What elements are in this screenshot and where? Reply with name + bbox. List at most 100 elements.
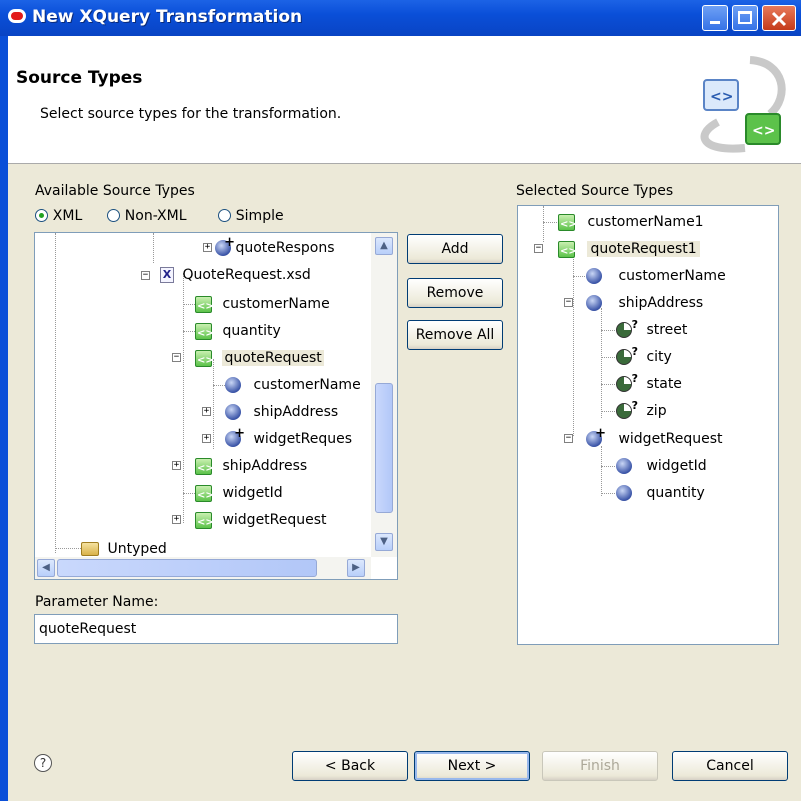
- collapse-toggle[interactable]: −: [564, 298, 573, 307]
- element-icon: [195, 349, 214, 372]
- horizontal-scrollbar[interactable]: ◀ ▶: [35, 557, 371, 579]
- expand-toggle[interactable]: +: [202, 434, 211, 443]
- close-button[interactable]: [762, 5, 796, 31]
- selected-types-tree[interactable]: customerName1 − quoteRequest1 customerNa…: [517, 205, 779, 645]
- tree-node-label: quoteRespons: [235, 240, 335, 256]
- tree-node-selected[interactable]: quoteRequest1: [558, 238, 700, 263]
- tree-node[interactable]: shipAddress: [195, 455, 307, 480]
- finish-button: Finish: [542, 751, 658, 781]
- tree-node-label: widgetRequest: [618, 431, 723, 447]
- collapse-toggle[interactable]: −: [534, 244, 543, 253]
- parameter-name-label: Parameter Name:: [35, 594, 159, 610]
- next-button[interactable]: Next >: [414, 751, 530, 781]
- available-types-tree[interactable]: + quoteRespons − X QuoteRequest.xsd cust…: [34, 232, 398, 580]
- tree-node-label: zip: [646, 403, 667, 419]
- element-icon: [558, 213, 577, 236]
- ball-icon: [586, 295, 602, 311]
- tree-node[interactable]: street: [616, 314, 688, 341]
- tree-node[interactable]: widgetId: [195, 482, 283, 507]
- scroll-down-button[interactable]: ▼: [375, 533, 393, 551]
- tree-node[interactable]: widgetRequest: [195, 509, 327, 534]
- minimize-icon: [710, 21, 720, 24]
- expand-toggle[interactable]: +: [203, 243, 212, 252]
- tree-node-label: quoteRequest1: [587, 241, 700, 257]
- remove-all-button[interactable]: Remove All: [407, 320, 503, 350]
- tree-node-label: quantity: [222, 323, 281, 339]
- add-button[interactable]: Add: [407, 234, 503, 264]
- xquery-transform-icon: <> <>: [700, 56, 786, 153]
- page-description: Select source types for the transformati…: [40, 106, 342, 122]
- tree-node[interactable]: customerName: [225, 374, 361, 396]
- tree-node[interactable]: shipAddress: [586, 292, 703, 314]
- tree-node-label: quoteRequest: [222, 350, 324, 366]
- scroll-left-button[interactable]: ◀: [37, 559, 55, 577]
- window-border: [0, 36, 8, 801]
- tree-node-label: customerName: [253, 377, 361, 393]
- tree-node[interactable]: quantity: [195, 320, 281, 345]
- pie-icon: [616, 341, 638, 365]
- radio-simple[interactable]: Simple: [218, 206, 284, 226]
- pie-icon: [616, 368, 638, 392]
- tree-node-selected[interactable]: quoteRequest: [195, 347, 324, 372]
- minimize-button[interactable]: [702, 5, 728, 31]
- xsd-file-icon: X: [160, 267, 174, 283]
- radio-xml-label: XML: [52, 208, 83, 224]
- tree-node-label: state: [646, 376, 682, 392]
- tree-node-label: widgetId: [646, 458, 707, 474]
- element-icon: [195, 457, 214, 480]
- selected-source-types-label: Selected Source Types: [516, 183, 674, 199]
- tree-node[interactable]: customerName1: [558, 211, 704, 236]
- tree-node[interactable]: widgetId: [616, 455, 707, 477]
- tree-node-label: shipAddress: [618, 295, 704, 311]
- tree-node[interactable]: shipAddress: [225, 401, 338, 423]
- scroll-up-button[interactable]: ▲: [375, 237, 393, 255]
- tree-node[interactable]: zip: [616, 395, 667, 422]
- tree-node[interactable]: quoteRespons: [215, 233, 335, 259]
- page-title: Source Types: [16, 68, 143, 88]
- tree-node-label: shipAddress: [253, 404, 339, 420]
- back-button[interactable]: < Back: [292, 751, 408, 781]
- tree-node-label: customerName: [618, 268, 726, 284]
- scroll-thumb-horizontal[interactable]: [57, 559, 317, 577]
- remove-button[interactable]: Remove: [407, 278, 503, 308]
- collapse-toggle[interactable]: −: [141, 271, 150, 280]
- tree-node[interactable]: widgetReques: [225, 423, 352, 450]
- expand-toggle[interactable]: +: [172, 515, 181, 524]
- parameter-name-input[interactable]: [34, 614, 398, 644]
- tree-node[interactable]: X QuoteRequest.xsd: [160, 264, 311, 286]
- collapse-toggle[interactable]: −: [564, 434, 573, 443]
- close-icon: [771, 11, 787, 27]
- expand-toggle[interactable]: +: [172, 461, 181, 470]
- maximize-button[interactable]: [732, 5, 758, 31]
- element-icon: [195, 295, 214, 318]
- svg-text:<>: <>: [752, 123, 775, 139]
- expand-toggle[interactable]: +: [202, 407, 211, 416]
- ball-icon: [616, 458, 632, 474]
- help-icon[interactable]: ?: [34, 754, 52, 772]
- folder-icon: [81, 542, 99, 556]
- tree-node[interactable]: quantity: [616, 482, 705, 504]
- radio-xml[interactable]: XML: [35, 206, 82, 226]
- cancel-button[interactable]: Cancel: [672, 751, 788, 781]
- ball-icon: [616, 485, 632, 501]
- scroll-thumb[interactable]: [375, 383, 393, 513]
- collapse-toggle[interactable]: −: [172, 353, 181, 362]
- radio-non-xml[interactable]: Non-XML: [107, 206, 187, 226]
- scroll-right-button[interactable]: ▶: [347, 559, 365, 577]
- radio-non-xml-label: Non-XML: [124, 208, 187, 224]
- ball-icon: [225, 404, 241, 420]
- vertical-scrollbar[interactable]: ▲ ▼: [371, 233, 397, 557]
- radio-xml-indicator: [35, 209, 48, 222]
- radio-simple-label: Simple: [235, 208, 284, 224]
- tree-node-label: street: [646, 322, 688, 338]
- tree-node[interactable]: customerName: [195, 293, 330, 318]
- tree-node[interactable]: city: [616, 341, 672, 368]
- tree-node-label: widgetId: [222, 485, 283, 501]
- tree-node-label: QuoteRequest.xsd: [182, 267, 311, 283]
- tree-node-label: customerName: [222, 296, 330, 312]
- tree-node[interactable]: widgetRequest: [586, 423, 723, 450]
- tree-node[interactable]: state: [616, 368, 682, 395]
- maximize-icon: [738, 11, 752, 24]
- tree-node-label: widgetRequest: [222, 512, 327, 528]
- tree-node[interactable]: customerName: [586, 265, 726, 287]
